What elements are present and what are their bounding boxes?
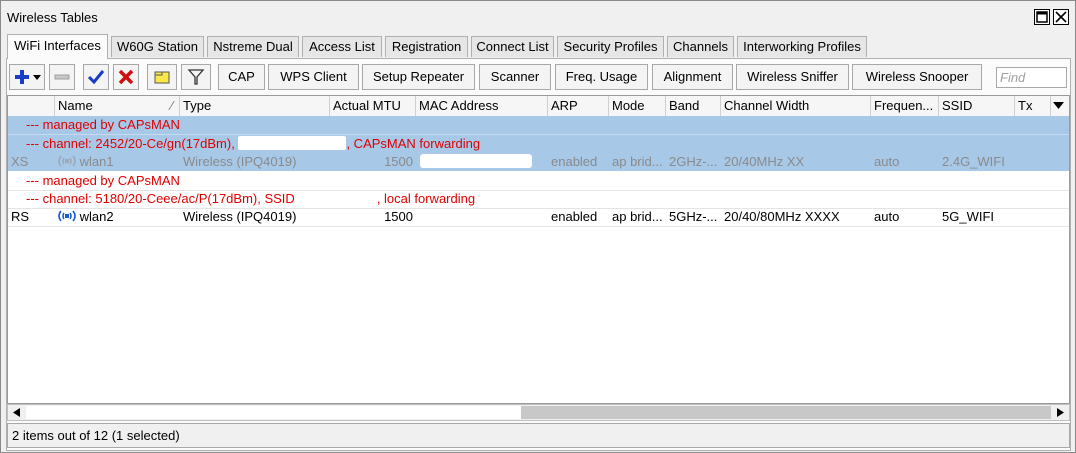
note-icon — [154, 71, 170, 84]
minus-icon — [54, 74, 70, 80]
disable-button[interactable] — [113, 64, 139, 90]
close-icon — [1055, 11, 1067, 23]
column-mac-address[interactable]: MAC Address — [416, 96, 548, 116]
wireless-sniffer-button[interactable]: Wireless Sniffer — [736, 64, 849, 90]
remove-button[interactable] — [49, 64, 75, 90]
filter-button[interactable] — [181, 64, 211, 90]
wps-client-button[interactable]: WPS Client — [268, 64, 359, 90]
tab-access-list[interactable]: Access List — [302, 36, 382, 57]
column-channel-width[interactable]: Channel Width — [721, 96, 871, 116]
plus-dropdown-icon — [15, 70, 41, 84]
scrollbar-track[interactable] — [521, 406, 1051, 419]
column-mode[interactable]: Mode — [609, 96, 666, 116]
redacted-region — [295, 191, 377, 205]
comment-row[interactable]: --- managed by CAPsMAN — [8, 172, 1069, 190]
wireless-tables-window: Wireless Tables WiFi Interfaces W60G Sta… — [0, 0, 1076, 453]
window-title: Wireless Tables — [7, 10, 98, 25]
add-button[interactable] — [9, 64, 45, 90]
close-button[interactable] — [1053, 9, 1069, 25]
tab-wifi-interfaces[interactable]: WiFi Interfaces — [7, 34, 108, 59]
column-tx[interactable]: Tx — [1015, 96, 1051, 116]
find-input[interactable] — [996, 67, 1067, 88]
column-flags[interactable] — [8, 96, 55, 116]
checkmark-icon — [87, 70, 105, 85]
column-band[interactable]: Band — [666, 96, 721, 116]
column-arp[interactable]: ARP — [548, 96, 609, 116]
table-row[interactable]: RS wlan2 Wireless (IPQ4019) 1500 enabled… — [8, 208, 1069, 226]
redacted-region — [420, 154, 532, 168]
redacted-region — [238, 136, 347, 150]
comment-row[interactable]: --- managed by CAPsMAN — [8, 116, 1069, 134]
tab-security-profiles[interactable]: Security Profiles — [557, 36, 664, 57]
table-row[interactable]: XS wlan1 Wireless (IPQ4019) 1500 enabled… — [8, 153, 1069, 171]
setup-repeater-button[interactable]: Setup Repeater — [362, 64, 475, 90]
column-chooser[interactable] — [1051, 96, 1069, 116]
scrollbar-thumb[interactable] — [26, 406, 521, 419]
scroll-right-icon[interactable] — [1054, 407, 1066, 418]
tab-channels[interactable]: Channels — [667, 36, 734, 57]
tab-registration[interactable]: Registration — [385, 36, 468, 57]
maximize-icon — [1036, 11, 1048, 23]
column-ssid[interactable]: SSID — [939, 96, 1015, 116]
tab-interworking-profiles[interactable]: Interworking Profiles — [737, 36, 867, 57]
sort-icon: ⁄ — [170, 98, 173, 113]
column-name[interactable]: Name ⁄ — [55, 96, 180, 116]
comment-button[interactable] — [147, 64, 177, 90]
comment-row[interactable]: --- channel: 5180/20-Ceee/ac/P(17dBm), S… — [8, 190, 1069, 208]
tab-connect-list[interactable]: Connect List — [471, 36, 554, 57]
filter-icon — [187, 69, 205, 85]
enable-button[interactable] — [83, 64, 109, 90]
comment-row[interactable]: --- channel: 2452/20-Ce/gn(17dBm), , CAP… — [8, 135, 1069, 153]
interfaces-table: Name ⁄ Type Actual MTU MAC Address ARP Mo… — [7, 95, 1070, 404]
wireless-snooper-button[interactable]: Wireless Snooper — [852, 64, 982, 90]
tab-nstreme-dual[interactable]: Nstreme Dual — [207, 36, 299, 57]
maximize-button[interactable] — [1034, 9, 1050, 25]
column-frequency[interactable]: Frequen... — [871, 96, 939, 116]
table-header: Name ⁄ Type Actual MTU MAC Address ARP Mo… — [8, 96, 1069, 117]
scanner-button[interactable]: Scanner — [479, 64, 551, 90]
column-actual-mtu[interactable]: Actual MTU — [330, 96, 416, 116]
cross-icon — [118, 69, 134, 85]
wireless-interface-icon — [58, 210, 76, 222]
scroll-left-icon[interactable] — [11, 407, 23, 418]
column-type[interactable]: Type — [180, 96, 330, 116]
dropdown-arrow-icon — [1053, 102, 1064, 109]
freq-usage-button[interactable]: Freq. Usage — [555, 64, 648, 90]
title-bar: Wireless Tables — [1, 1, 1075, 33]
alignment-button[interactable]: Alignment — [652, 64, 733, 90]
wireless-interface-icon — [58, 155, 76, 167]
tab-w60g-station[interactable]: W60G Station — [111, 36, 204, 57]
horizontal-scrollbar[interactable] — [7, 404, 1070, 421]
cap-button[interactable]: CAP — [218, 64, 265, 90]
status-bar: 2 items out of 12 (1 selected) — [7, 423, 1070, 448]
